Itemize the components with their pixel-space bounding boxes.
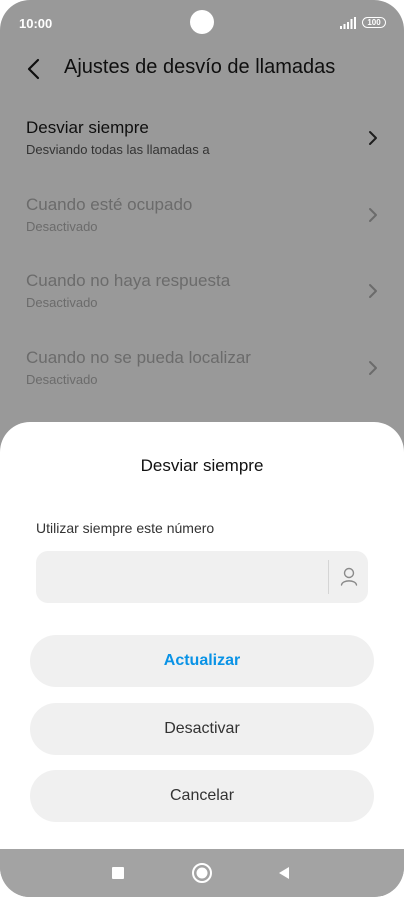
battery-icon: 100 bbox=[362, 17, 386, 28]
update-button[interactable]: Actualizar bbox=[30, 635, 374, 687]
triangle-icon[interactable] bbox=[272, 861, 296, 885]
forward-dialog: Desviar siempre Utilizar siempre este nú… bbox=[0, 422, 404, 849]
camera-cutout bbox=[190, 10, 214, 34]
status-bar: 10:00 100 bbox=[0, 0, 404, 46]
navigation-bar bbox=[0, 849, 404, 897]
screen: Ajustes de desvío de llamadas Desviar si… bbox=[0, 0, 404, 897]
phone-frame: Ajustes de desvío de llamadas Desviar si… bbox=[0, 0, 404, 897]
disable-button[interactable]: Desactivar bbox=[30, 703, 374, 755]
number-input[interactable] bbox=[36, 551, 316, 603]
cancel-button[interactable]: Cancelar bbox=[30, 770, 374, 822]
field-divider bbox=[328, 560, 329, 594]
number-field bbox=[36, 551, 368, 603]
dialog-title: Desviar siempre bbox=[140, 456, 264, 475]
square-icon[interactable] bbox=[106, 861, 130, 885]
number-field-label: Utilizar siempre este número bbox=[36, 520, 215, 536]
circle-icon[interactable] bbox=[190, 861, 214, 885]
contact-person-icon[interactable] bbox=[336, 563, 362, 591]
status-time: 10:00 bbox=[19, 16, 53, 31]
signal-icon bbox=[340, 17, 356, 29]
